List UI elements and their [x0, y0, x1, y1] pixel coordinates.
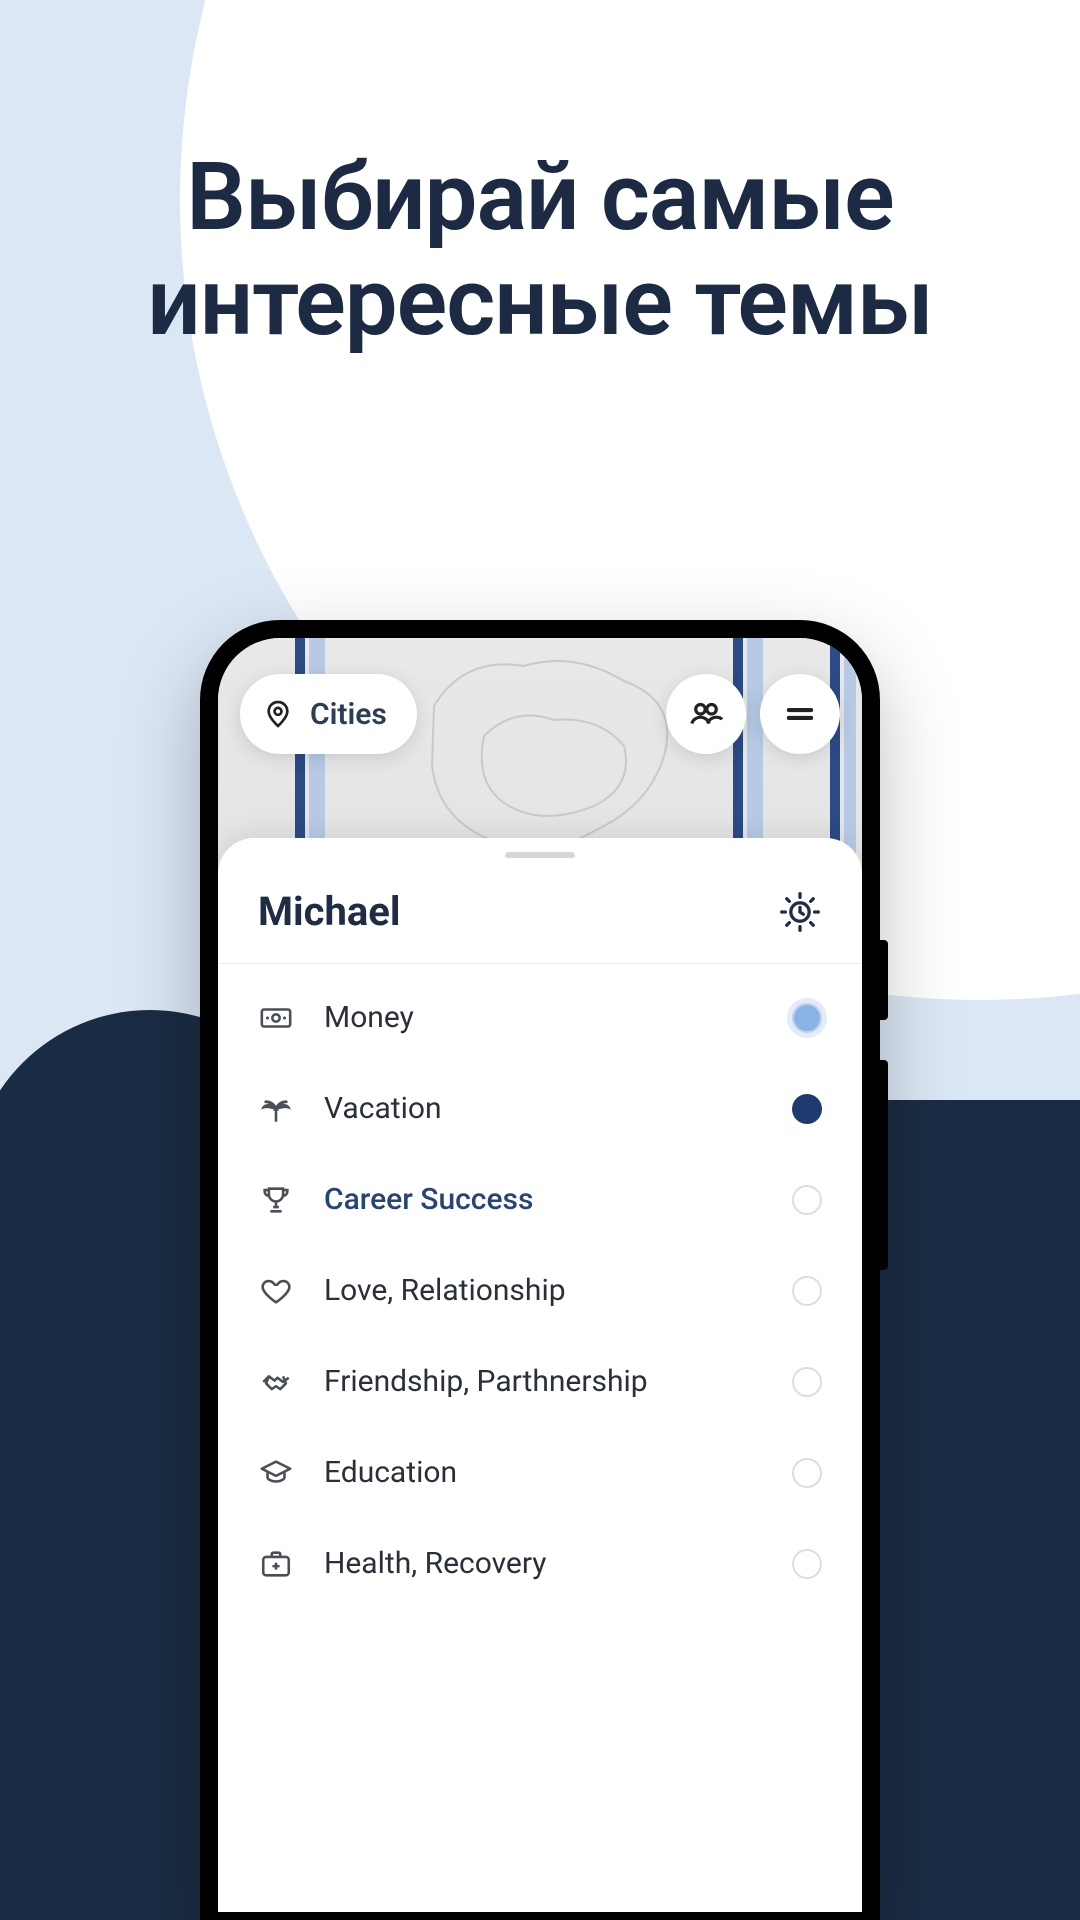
cities-label: Cities: [310, 697, 387, 732]
topic-radio[interactable]: [792, 1549, 822, 1579]
heart-icon: [258, 1274, 294, 1308]
topic-label: Career Success: [324, 1182, 762, 1217]
topic-row[interactable]: Career Success: [218, 1154, 862, 1245]
topic-radio[interactable]: [792, 1185, 822, 1215]
topic-radio[interactable]: [792, 1367, 822, 1397]
people-button[interactable]: [666, 674, 746, 754]
topic-row[interactable]: Vacation: [218, 1063, 862, 1154]
topic-label: Friendship, Parthnership: [324, 1364, 762, 1399]
sun-clock-icon[interactable]: [778, 890, 822, 934]
sheet-title: Michael: [258, 888, 400, 935]
headline: Выбирай самые интересные темы: [0, 0, 1080, 356]
phone-frame: Cities: [200, 620, 880, 1920]
topic-row[interactable]: Health, Recovery: [218, 1518, 862, 1609]
topic-list: Money Vacation Career Success Love, Relatio…: [218, 964, 862, 1617]
sheet-header: Michael: [218, 858, 862, 963]
phone-side-button: [880, 940, 888, 1020]
menu-button[interactable]: [760, 674, 840, 754]
topic-radio[interactable]: [792, 1003, 822, 1033]
topic-row[interactable]: Money: [218, 972, 862, 1063]
palm-icon: [258, 1092, 294, 1126]
phone-side-button: [880, 1060, 888, 1270]
topic-radio[interactable]: [792, 1276, 822, 1306]
headline-line1: Выбирай самые: [0, 145, 1080, 250]
headline-line2: интересные темы: [0, 250, 1080, 355]
topic-label: Love, Relationship: [324, 1273, 762, 1308]
topic-label: Money: [324, 1000, 762, 1035]
pin-icon: [262, 698, 294, 730]
handshake-icon: [258, 1365, 294, 1399]
topic-label: Health, Recovery: [324, 1546, 762, 1581]
topic-row[interactable]: Education: [218, 1427, 862, 1518]
topic-row[interactable]: Friendship, Parthnership: [218, 1336, 862, 1427]
topic-label: Education: [324, 1455, 762, 1490]
gradcap-icon: [258, 1456, 294, 1490]
phone-screen: Cities: [218, 638, 862, 1912]
trophy-icon: [258, 1183, 294, 1217]
people-icon: [687, 695, 725, 733]
topic-radio[interactable]: [792, 1094, 822, 1124]
menu-icon: [781, 695, 819, 733]
topics-sheet: Michael Money Vacation Career Success Love,…: [218, 838, 862, 1912]
money-icon: [258, 1001, 294, 1035]
cities-button[interactable]: Cities: [240, 674, 417, 754]
top-bar: Cities: [240, 674, 840, 754]
topic-row[interactable]: Love, Relationship: [218, 1245, 862, 1336]
topic-label: Vacation: [324, 1091, 762, 1126]
medkit-icon: [258, 1547, 294, 1581]
topic-radio[interactable]: [792, 1458, 822, 1488]
